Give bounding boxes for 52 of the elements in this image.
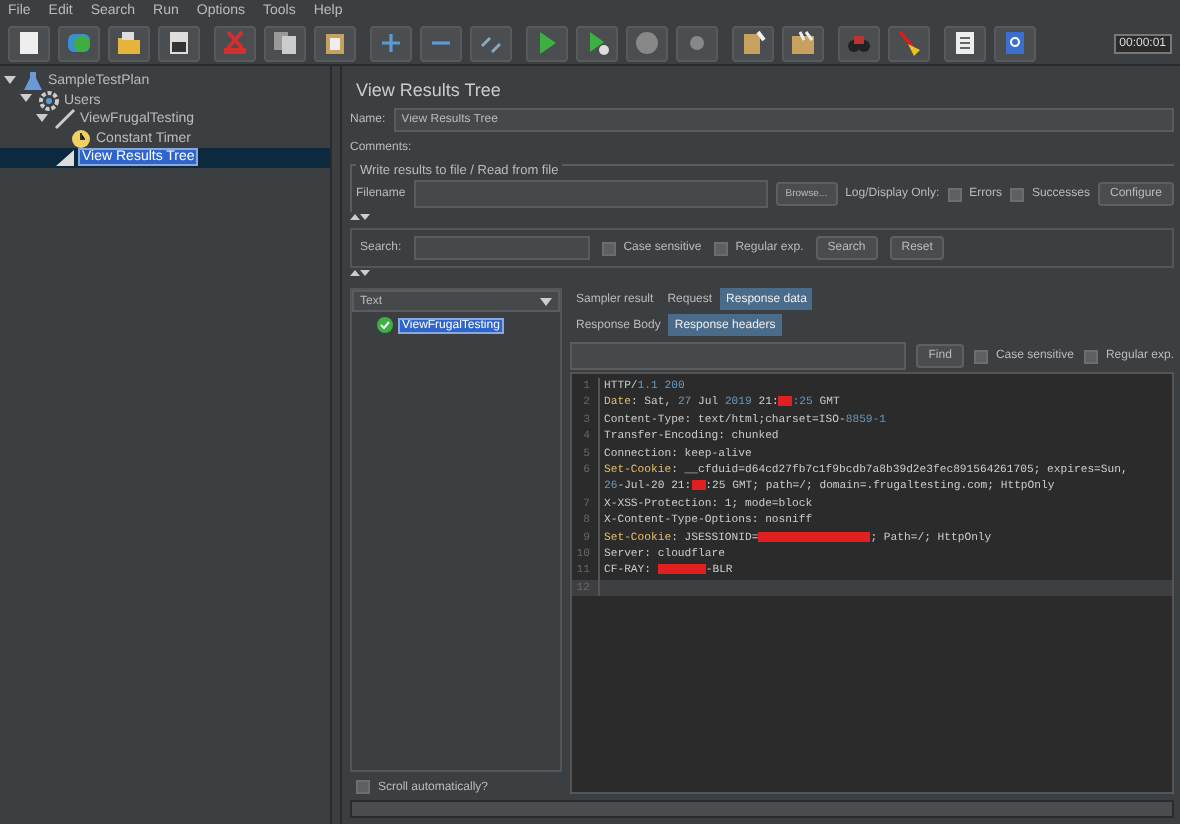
toolbar-button[interactable] [732, 25, 774, 61]
caret-icon [540, 297, 552, 305]
checkbox[interactable] [356, 780, 370, 794]
collapse-arrows-icon [350, 268, 370, 278]
filename-field[interactable] [413, 180, 768, 208]
folder-icon [116, 30, 142, 56]
toolbar-button[interactable] [888, 25, 930, 61]
redaction-block [691, 480, 706, 491]
toolbar-button[interactable] [470, 25, 512, 61]
pen-icon [54, 108, 76, 131]
check-icon [376, 316, 394, 334]
toolbar-button[interactable] [314, 25, 356, 61]
list-icon [952, 30, 978, 56]
checkbox[interactable] [973, 349, 988, 363]
checkbox[interactable] [1009, 187, 1024, 201]
toolbar-button[interactable] [526, 25, 568, 61]
play-icon [534, 30, 560, 56]
binoculars-icon [846, 30, 872, 56]
toolbar-button[interactable] [158, 25, 200, 61]
plus-icon [378, 30, 404, 56]
panel-title: View Results Tree [356, 80, 503, 100]
toolbar-button[interactable] [264, 25, 306, 61]
search-field[interactable] [413, 236, 590, 260]
redaction-block [778, 396, 793, 407]
toolbar-button[interactable] [994, 25, 1036, 61]
help-icon [1002, 30, 1028, 56]
redaction-block [657, 564, 706, 575]
toolbar-button[interactable] [782, 25, 824, 61]
horizontal-scrollbar[interactable] [350, 800, 1174, 818]
clock-icon [70, 127, 92, 150]
redaction-block [758, 531, 871, 542]
chart-icon [54, 146, 76, 169]
copy-icon [272, 30, 298, 56]
toolbar-button[interactable] [108, 25, 150, 61]
floppy-icon [166, 30, 192, 56]
checkbox[interactable] [1083, 349, 1098, 363]
toolbar-button[interactable] [8, 25, 50, 61]
gear-icon [38, 89, 60, 112]
templates-icon [66, 30, 92, 56]
find-field[interactable] [570, 342, 907, 370]
checkbox[interactable] [713, 241, 728, 255]
broom-icon [896, 30, 922, 56]
page-icon [16, 30, 42, 56]
scissors-icon [222, 30, 248, 56]
toolbar-button[interactable] [576, 25, 618, 61]
flask-icon [22, 70, 44, 93]
collapse-arrows-icon [350, 212, 370, 222]
response-text-area[interactable] [570, 372, 1174, 794]
clipboard-icon [322, 30, 348, 56]
checkbox[interactable] [601, 241, 616, 255]
toolbar-button[interactable] [944, 25, 986, 61]
checkbox[interactable] [947, 187, 962, 201]
